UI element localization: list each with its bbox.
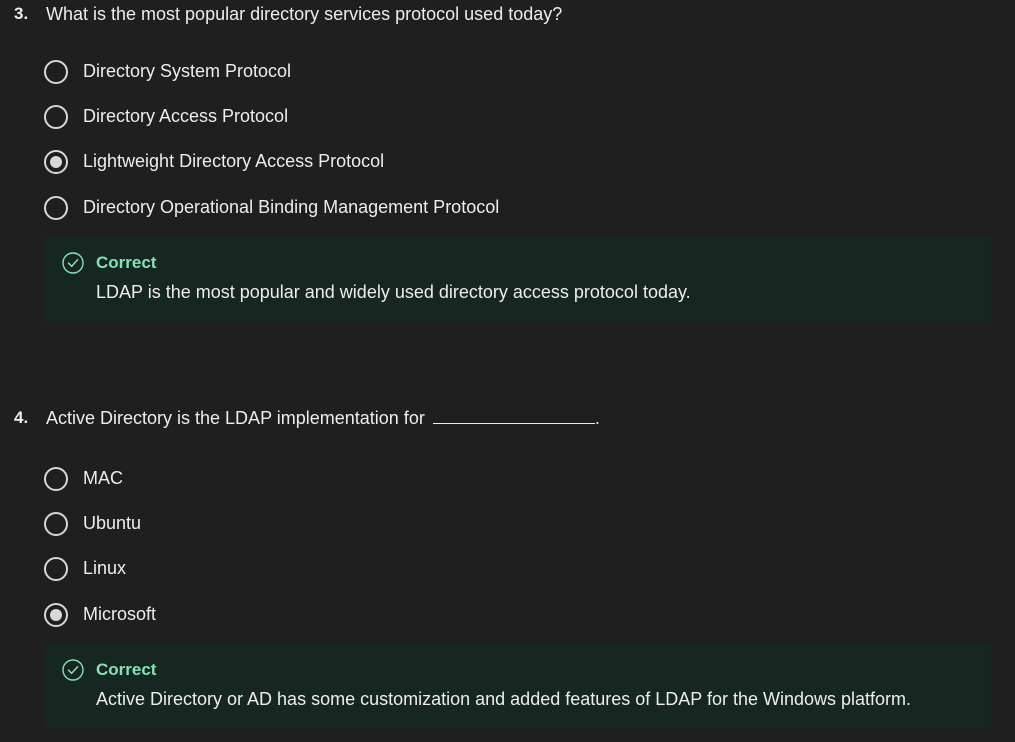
option-directory-system-protocol[interactable]: Directory System Protocol [44,57,744,87]
question-text-main: Active Directory is the LDAP implementat… [46,408,425,428]
option-label: Directory System Protocol [83,61,292,81]
question-header: 4. Active Directory is the LDAP implemen… [0,404,1015,432]
radio-button[interactable] [44,196,68,220]
option-label: MAC [83,468,123,488]
question-number: 4. [14,408,29,427]
check-circle-icon [62,252,84,274]
option-label: Directory Operational Binding Management… [83,197,500,217]
option-label: Linux [83,558,127,578]
option-label: Lightweight Directory Access Protocol [83,151,385,171]
question-text: What is the most popular directory servi… [46,4,563,24]
option-directory-operational-binding-management-protocol[interactable]: Directory Operational Binding Management… [44,193,744,223]
option-linux[interactable]: Linux [44,554,744,584]
question-text-end: . [594,408,600,428]
option-microsoft[interactable]: Microsoft [44,600,744,630]
option-label: Directory Access Protocol [83,106,289,126]
feedback-title: Correct [96,253,157,272]
feedback-correct: Correct LDAP is the most popular and wid… [46,236,991,321]
option-mac[interactable]: MAC [44,464,744,494]
radio-button[interactable] [44,512,68,536]
question-number: 3. [14,4,29,23]
option-ubuntu[interactable]: Ubuntu [44,509,744,539]
option-label: Ubuntu [83,513,142,533]
question-header: 3. What is the most popular directory se… [0,0,1015,28]
option-directory-access-protocol[interactable]: Directory Access Protocol [44,102,744,132]
option-lightweight-directory-access-protocol[interactable]: Lightweight Directory Access Protocol [44,147,744,177]
feedback-body: Active Directory or AD has some customiz… [96,689,912,709]
radio-button-selected[interactable] [44,150,68,174]
radio-button[interactable] [44,60,68,84]
radio-button[interactable] [44,557,68,581]
feedback-body: LDAP is the most popular and widely used… [96,282,691,302]
feedback-title: Correct [96,660,157,679]
option-label: Microsoft [83,604,157,624]
question-text: Active Directory is the LDAP implementat… [46,404,600,432]
feedback-correct: Correct Active Directory or AD has some … [46,643,991,728]
fill-in-blank [432,405,595,424]
radio-button[interactable] [44,105,68,129]
check-circle-icon [62,659,84,681]
radio-button-selected[interactable] [44,603,68,627]
radio-button[interactable] [44,467,68,491]
